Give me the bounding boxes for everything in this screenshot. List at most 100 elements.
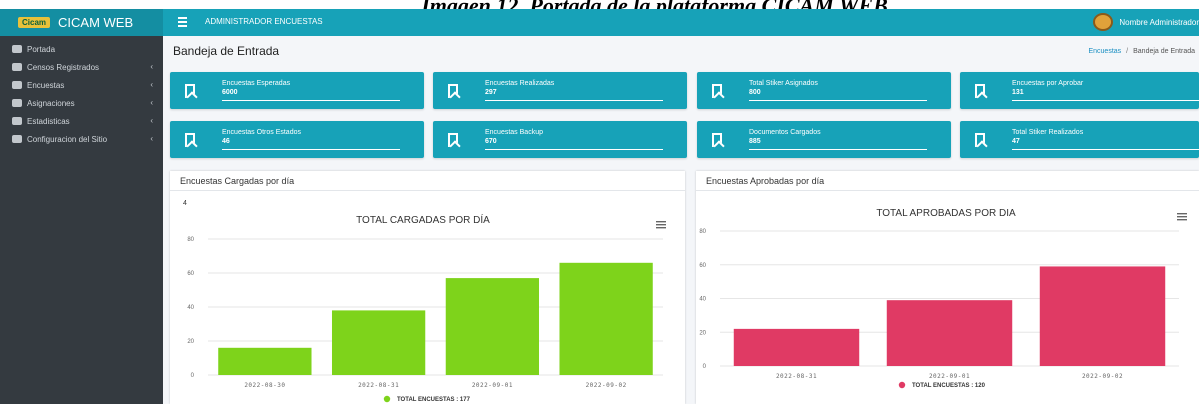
stat-divider [222,149,400,150]
main-content: Bandeja de Entrada Encuestas / Bandeja de … [163,36,1199,404]
brand-link[interactable]: Cicam CICAM WEB [0,9,163,36]
stat-value: 800 [749,89,761,96]
copy-icon [12,81,22,89]
legend-marker [383,395,391,403]
sidebar-item-label: Asignaciones [27,98,75,108]
chart-cargadas: 4 TOTAL CARGADAS POR DÍA 0 20 40 60 80 2022-08-… [183,200,666,403]
x-tick-label: 2022-09-02 [1082,373,1123,380]
stat-divider [485,100,663,101]
stat-box-documentos-cargados: Documentos Cargados 885 [697,121,951,158]
page-title: Bandeja de Entrada [173,44,280,58]
stat-divider [1012,100,1199,101]
y-tick-label: 20 [187,339,194,345]
bar [331,310,426,375]
book-icon [12,63,22,71]
chevron-left-icon: ‹ [150,134,153,143]
sidebar-item-estadisticas[interactable]: Estadisticas ‹ [0,112,163,130]
sidebar-item-portada[interactable]: Portada [0,40,163,58]
brand-logo: Cicam [18,17,51,28]
navbar-title: ADMINISTRADOR ENCUESTAS [205,17,323,26]
stat-label: Encuestas Backup [485,129,543,136]
y-tick-label: 60 [187,271,194,277]
bar [218,347,312,375]
y-tick-label: 20 [699,330,706,336]
stray-label: 4 [183,200,187,207]
legend-marker [898,381,906,389]
chevron-left-icon: ‹ [150,116,153,125]
chevron-left-icon: ‹ [150,80,153,89]
legend-label: TOTAL ENCUESTAS : 120 [912,383,986,389]
stat-box-encuestas-por-aprobar: Encuestas por Aprobar 131 [960,72,1199,109]
stat-label: Documentos Cargados [749,129,821,136]
bookmark-icon [975,84,985,98]
sidebar-item-label: Portada [27,44,56,54]
x-tick-label: 2022-08-30 [244,382,285,389]
chart-card-cargadas: Encuestas Cargadas por día 4 TOTAL CARGAD… [170,171,685,404]
chevron-left-icon: ‹ [150,62,153,71]
chart-title: TOTAL APROBADAS POR DIA [876,208,1016,219]
stat-box-stiker-realizados: Total Stiker Realizados 47 [960,121,1199,158]
stat-value: 47 [1012,138,1020,145]
cogs-icon [12,135,22,143]
y-tick-label: 80 [187,237,194,243]
stat-divider [222,100,400,101]
stat-divider [749,149,927,150]
stat-value: 131 [1012,89,1024,96]
stat-label: Encuestas Otros Estados [222,129,301,136]
sidebar-item-label: Encuestas [27,80,65,90]
stat-divider [749,100,927,101]
stat-label: Encuestas Esperadas [222,80,291,87]
stat-value: 6000 [222,89,238,96]
card-title: Encuestas Cargadas por día [180,176,295,186]
y-tick-label: 0 [191,373,195,379]
sidebar-item-label: Censos Registrados [27,62,100,72]
x-tick-label: 2022-09-01 [929,373,970,380]
sidebar-item-encuestas[interactable]: Encuestas ‹ [0,76,163,94]
chart-aprobadas: TOTAL APROBADAS POR DIA 0 20 40 60 80 2022-08-… [699,208,1187,389]
bookmark-icon [712,133,722,147]
stat-label: Total Stiker Asignados [749,80,818,87]
menu-icon[interactable] [656,221,666,229]
chart-title: TOTAL CARGADAS POR DÍA [356,213,490,226]
stat-label: Total Stiker Realizados [1012,129,1084,136]
bookmark-icon [975,133,985,147]
card-header: Encuestas Cargadas por día [170,171,685,191]
chart-pie-icon [12,117,22,125]
y-tick-label: 40 [187,305,194,311]
sidebar-item-label: Estadisticas [27,116,70,126]
chevron-left-icon: ‹ [150,98,153,107]
y-tick-label: 80 [699,229,706,235]
stat-label: Encuestas por Aprobar [1012,80,1084,87]
user-menu[interactable]: Nombre Administrador [1093,13,1199,31]
hamburger-menu-icon[interactable] [178,16,187,28]
x-tick-label: 2022-08-31 [776,373,817,380]
x-tick-label: 2022-08-31 [358,382,399,389]
breadcrumb-separator: / [1126,48,1129,55]
sidebar: Portada Censos Registrados ‹ Encuestas ‹… [0,36,163,404]
top-navbar: Cicam CICAM WEB ADMINISTRADOR ENCUESTAS … [0,9,1199,36]
bookmark-icon [448,133,458,147]
chart-card-aprobadas: Encuestas Aprobadas por día TOTAL APROBA… [696,171,1199,404]
bookmark-icon [185,84,195,98]
menu-icon[interactable] [1177,213,1187,221]
bar [445,278,540,375]
breadcrumb-link-encuestas[interactable]: Encuestas [1088,48,1121,55]
bar [886,300,1013,366]
y-tick-label: 40 [699,297,706,303]
x-tick-label: 2022-09-02 [586,382,627,389]
legend-label: TOTAL ENCUESTAS : 177 [397,397,471,403]
stat-value: 885 [749,138,761,145]
bookmark-icon [448,84,458,98]
user-name: Nombre Administrador [1119,17,1199,27]
stat-value: 46 [222,138,230,145]
x-tick-label: 2022-09-01 [472,382,513,389]
sidebar-item-censos[interactable]: Censos Registrados ‹ [0,58,163,76]
bar [559,262,653,375]
sidebar-item-asignaciones[interactable]: Asignaciones ‹ [0,94,163,112]
card-header: Encuestas Aprobadas por día [696,171,1199,191]
bar [733,328,860,366]
sidebar-item-configuracion[interactable]: Configuracion del Sitio ‹ [0,130,163,148]
stat-divider [485,149,663,150]
breadcrumb-current: Bandeja de Entrada [1133,48,1195,55]
stat-box-encuestas-backup: Encuestas Backup 670 [433,121,687,158]
